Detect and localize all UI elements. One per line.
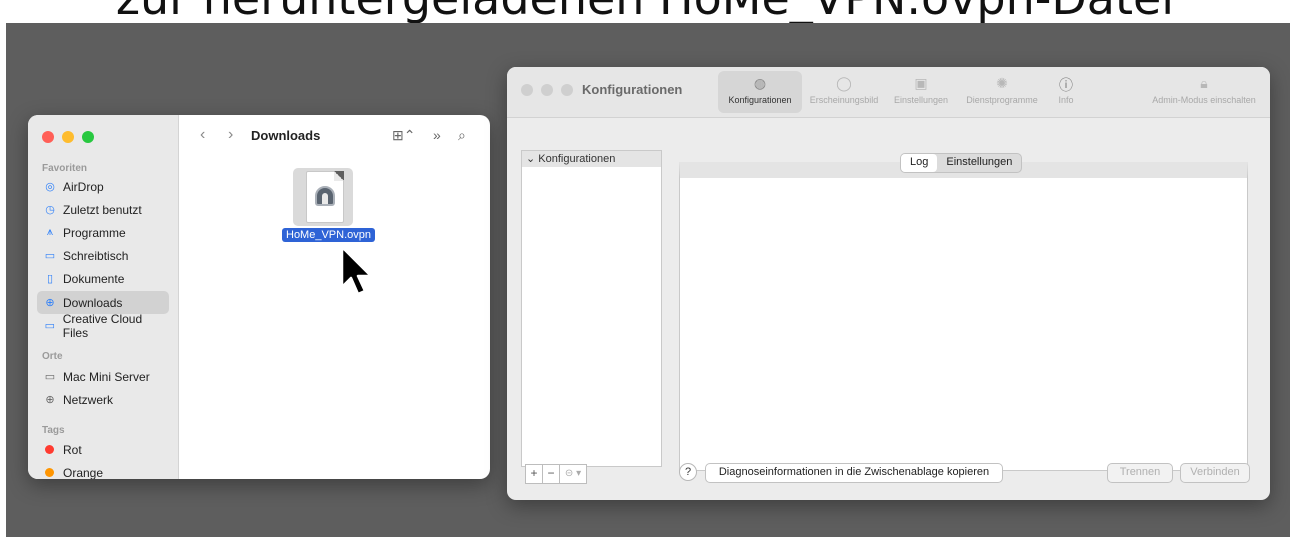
document-icon: ▯: [46, 273, 54, 285]
toolbar-admin-mode[interactable]: 🔒︎ Admin-Modus einschalten: [1144, 71, 1264, 113]
sidebar-item-label: Rot: [63, 442, 82, 457]
computer-icon: ▭: [44, 371, 56, 383]
window-controls: [42, 131, 94, 143]
section-tags: Tags: [42, 425, 65, 436]
appearance-icon: ◯: [836, 75, 852, 91]
more-toolbar-icon[interactable]: »: [433, 127, 441, 143]
page-fold: [334, 171, 344, 181]
download-icon: ⊕: [45, 297, 55, 309]
sidebar-item-label: Downloads: [63, 295, 123, 310]
sidebar-item-tag-red[interactable]: Rot: [37, 438, 169, 461]
view-grid-icon[interactable]: ⊞⌃: [392, 127, 415, 144]
mouse-cursor-icon: [340, 245, 373, 296]
file-name-label[interactable]: HoMe_VPN.ovpn: [282, 228, 375, 242]
sidebar-item-label: Orange: [63, 465, 104, 480]
document-icon: [306, 171, 344, 223]
window-controls: [521, 84, 573, 96]
airdrop-icon: ◎: [45, 181, 55, 193]
folder-icon: ▭: [44, 320, 56, 332]
toolbar-settings[interactable]: ▣ Einstellungen: [888, 71, 954, 113]
disconnect-button[interactable]: Trennen: [1107, 463, 1173, 483]
tag-dot-icon: [45, 445, 54, 454]
configurations-list[interactable]: ⌄ Konfigurationen: [521, 150, 662, 467]
tunnelblick-window: Konfigurationen ◍ Konfigurationen ◯ Ersc…: [507, 67, 1270, 500]
sidebar-item-mac-mini[interactable]: ▭ Mac Mini Server: [37, 365, 169, 388]
zoom-button[interactable]: [561, 84, 573, 96]
sidebar-item-label: AirDrop: [63, 179, 104, 194]
connect-button[interactable]: Verbinden: [1180, 463, 1250, 483]
toolbar-label: Admin-Modus einschalten: [1152, 95, 1256, 105]
sidebar-item-recent[interactable]: ◷ Zuletzt benutzt: [37, 198, 169, 221]
copy-diagnostics-button[interactable]: Diagnoseinformationen in die Zwischenabl…: [705, 463, 1003, 483]
sidebar-item-label: Programme: [63, 225, 126, 240]
back-button[interactable]: ‹: [200, 126, 205, 144]
sidebar-item-applications[interactable]: ⩚ Programme: [37, 221, 169, 244]
sidebar-item-airdrop[interactable]: ◎ AirDrop: [37, 175, 169, 198]
add-config-button[interactable]: +: [525, 464, 543, 484]
toolbar-configurations[interactable]: ◍ Konfigurationen: [718, 71, 802, 113]
sidebar-item-label: Netzwerk: [63, 392, 114, 407]
log-panel: [679, 162, 1248, 471]
section-locations: Orte: [42, 351, 63, 362]
toolbar-label: Erscheinungsbild: [809, 95, 879, 105]
list-header-label: Konfigurationen: [538, 153, 616, 165]
window-title: Konfigurationen: [582, 82, 683, 97]
finder-window: Favoriten ◎ AirDrop ◷ Zuletzt benutzt ⩚ …: [28, 115, 490, 479]
sidebar-item-network[interactable]: ⊕ Netzwerk: [37, 388, 169, 411]
globe-icon: ⊕: [45, 394, 55, 406]
gear-icon: ✺: [996, 75, 1008, 91]
sidebar-item-label: Schreibtisch: [63, 248, 129, 263]
tag-dot-icon: [45, 468, 54, 477]
desktop-icon: ▭: [44, 250, 56, 262]
tab-settings[interactable]: Einstellungen: [937, 154, 1021, 172]
toolbar-label: Info: [1058, 95, 1074, 105]
clock-icon: ◷: [45, 204, 55, 216]
sidebar-item-documents[interactable]: ▯ Dokumente: [37, 267, 169, 290]
sidebar-item-desktop[interactable]: ▭ Schreibtisch: [37, 244, 169, 267]
toolbar-info[interactable]: ⓘ Info: [1052, 71, 1080, 113]
tab-control: Log Einstellungen: [900, 153, 1023, 173]
toolbar-label: Dienstprogramme: [966, 95, 1038, 105]
sidebar-item-label: Mac Mini Server: [63, 369, 150, 384]
zoom-button[interactable]: [82, 131, 94, 143]
section-favorites: Favoriten: [42, 163, 88, 174]
page-caption: zur heruntergeladenen HoMe_VPN.ovpn-Date…: [0, 0, 1290, 23]
toolbar-label: Konfigurationen: [728, 95, 792, 105]
list-header[interactable]: ⌄ Konfigurationen: [522, 151, 661, 167]
sidebar-item-creative-cloud[interactable]: ▭ Creative Cloud Files: [37, 311, 169, 340]
forward-button[interactable]: ›: [228, 126, 233, 144]
tab-log[interactable]: Log: [901, 154, 938, 172]
toolbar-appearance[interactable]: ◯ Erscheinungsbild: [804, 71, 884, 113]
window-toolbar: Konfigurationen ◍ Konfigurationen ◯ Ersc…: [507, 67, 1270, 118]
apps-icon: ⩚: [46, 226, 54, 238]
sidebar-item-label: Dokumente: [63, 271, 125, 286]
finder-sidebar: Favoriten ◎ AirDrop ◷ Zuletzt benutzt ⩚ …: [28, 115, 179, 479]
vpn-icon: ◍: [753, 75, 767, 91]
config-actions-menu[interactable]: ⊝ ▾: [559, 464, 587, 484]
tunnel-icon: [315, 186, 335, 206]
remove-config-button[interactable]: −: [542, 464, 560, 484]
window-title: Downloads: [251, 128, 321, 143]
info-icon: ⓘ: [1059, 77, 1073, 93]
chevron-down-icon: ⌄: [526, 153, 536, 165]
minimize-button[interactable]: [541, 84, 553, 96]
list-buttons: + − ⊝ ▾: [525, 464, 587, 484]
lock-icon: 🔒︎: [1200, 75, 1208, 91]
settings-icon: ▣: [914, 75, 928, 91]
close-button[interactable]: [521, 84, 533, 96]
sidebar-item-tag-orange[interactable]: Orange: [37, 461, 169, 479]
minimize-button[interactable]: [62, 131, 74, 143]
sidebar-item-label: Zuletzt benutzt: [63, 202, 142, 217]
close-button[interactable]: [42, 131, 54, 143]
ovpn-file-icon[interactable]: [293, 168, 353, 226]
toolbar-label: Einstellungen: [893, 95, 949, 105]
search-icon[interactable]: ⌕: [458, 127, 466, 144]
help-button[interactable]: ?: [679, 463, 697, 481]
toolbar-utilities[interactable]: ✺ Dienstprogramme: [960, 71, 1044, 113]
sidebar-item-label: Creative Cloud Files: [62, 311, 143, 340]
